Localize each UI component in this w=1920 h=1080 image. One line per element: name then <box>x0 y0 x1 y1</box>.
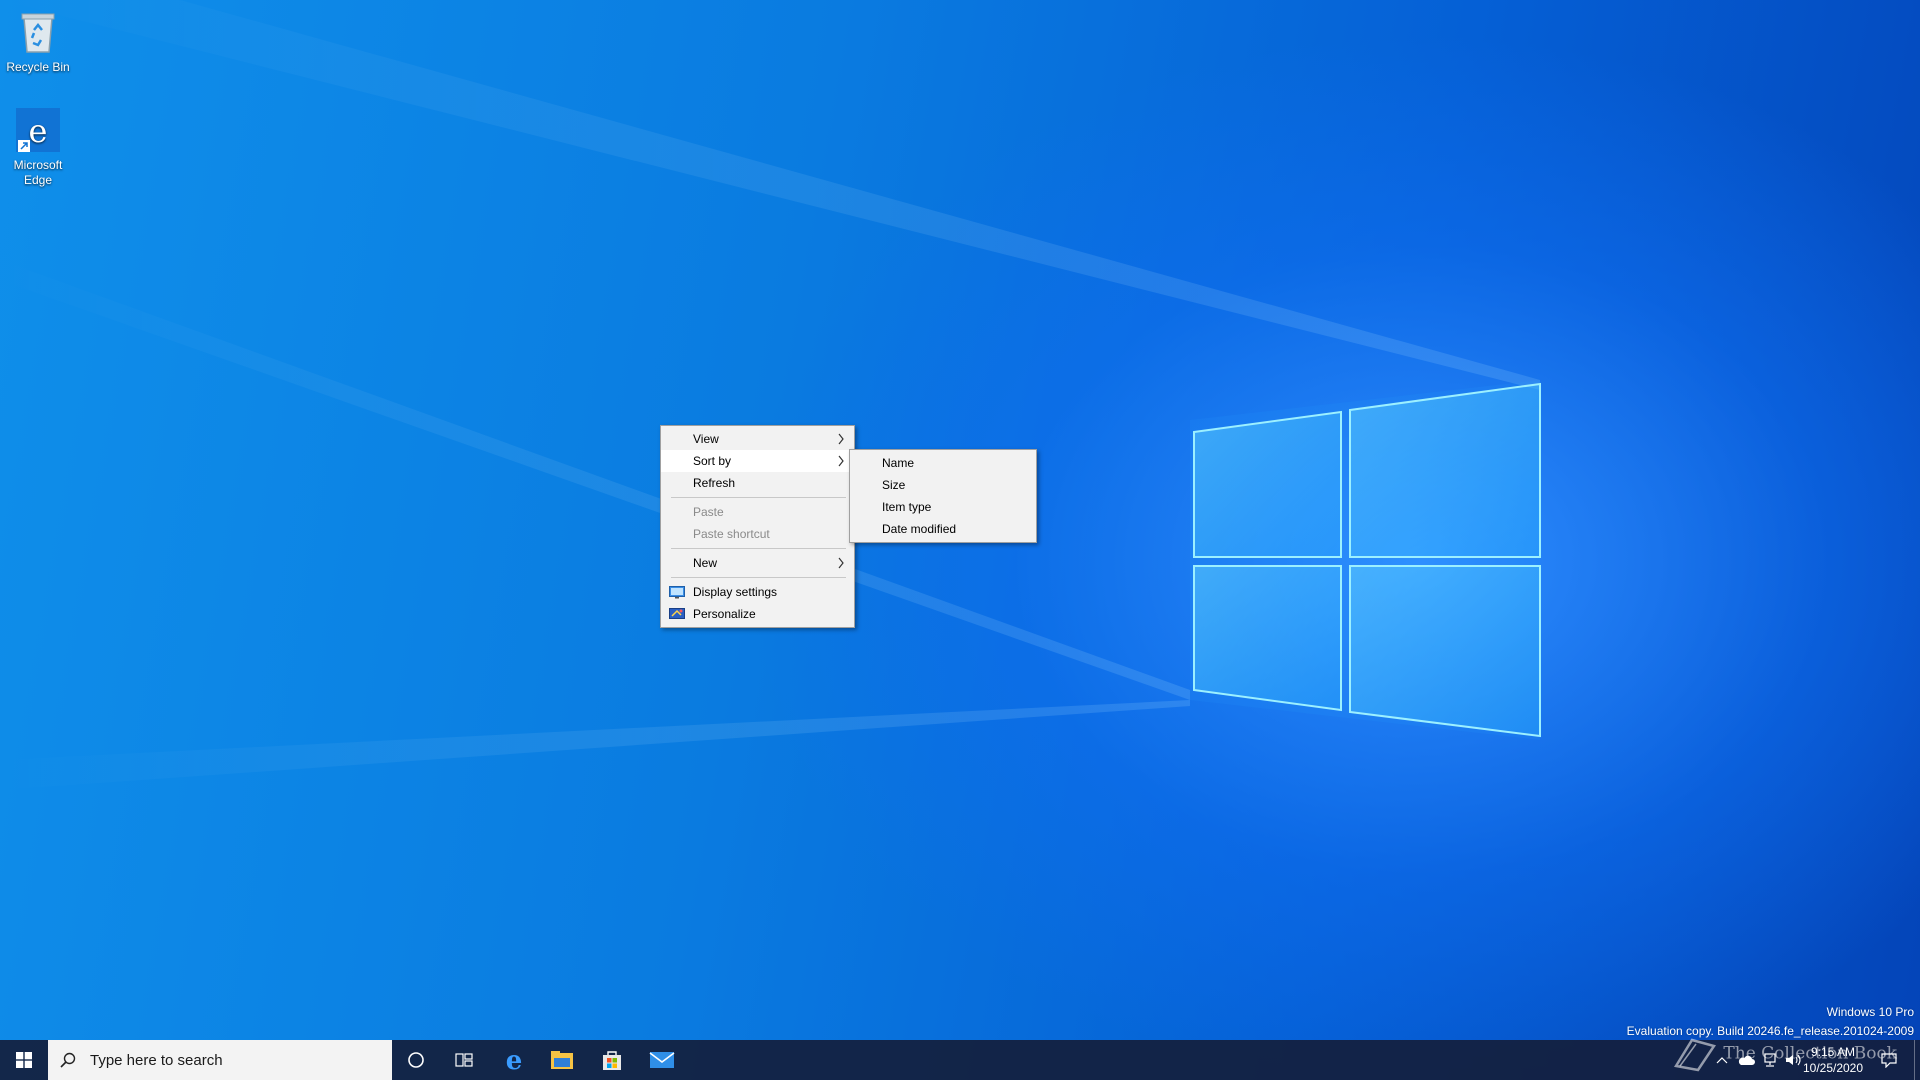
menu-item-label: Date modified <box>882 522 957 536</box>
taskbar-edge[interactable]: e <box>490 1040 538 1080</box>
task-view-icon <box>455 1053 473 1067</box>
menu-item-label: Display settings <box>693 585 778 599</box>
windows-logo-wallpaper <box>1193 382 1541 738</box>
display-settings-icon <box>669 586 685 599</box>
taskbar-file-explorer[interactable] <box>538 1040 586 1080</box>
menu-item-label: Size <box>882 478 906 492</box>
menu-item-label: Item type <box>882 500 932 514</box>
menu-item-label: View <box>693 432 719 446</box>
menu-separator <box>671 548 846 549</box>
menu-separator <box>671 577 846 578</box>
menu-item-display-settings[interactable]: Display settings <box>661 581 854 603</box>
chevron-right-icon <box>838 557 844 569</box>
sort-option-size[interactable]: Size <box>850 474 1036 496</box>
menu-item-refresh[interactable]: Refresh <box>661 472 854 494</box>
edge-label: Microsoft Edge <box>13 158 63 187</box>
cortana-icon <box>408 1052 424 1068</box>
menu-item-view[interactable]: View <box>661 428 854 450</box>
search-icon <box>60 1052 76 1068</box>
desktop-icon-recycle-bin[interactable]: Recycle Bin <box>0 8 76 75</box>
svg-text:e: e <box>29 112 48 150</box>
os-edition-watermark: Windows 10 Pro <box>1826 1005 1914 1019</box>
sort-by-submenu: Name Size Item type Date modified <box>849 449 1037 543</box>
start-button[interactable] <box>0 1040 48 1080</box>
menu-separator <box>671 497 846 498</box>
menu-item-label: Paste <box>693 505 724 519</box>
sort-option-name[interactable]: Name <box>850 452 1036 474</box>
menu-item-personalize[interactable]: Personalize <box>661 603 854 625</box>
chevron-right-icon <box>838 455 844 467</box>
menu-item-paste-shortcut: Paste shortcut <box>661 523 854 545</box>
edge-desktop-icon: e <box>14 106 62 154</box>
menu-item-label: Sort by <box>693 454 732 468</box>
personalize-icon <box>669 608 685 619</box>
search-placeholder: Type here to search <box>90 1051 223 1069</box>
taskbar-store[interactable] <box>588 1040 636 1080</box>
menu-item-paste: Paste <box>661 501 854 523</box>
cortana-button[interactable] <box>392 1040 440 1080</box>
sort-option-date-modified[interactable]: Date modified <box>850 518 1036 540</box>
taskbar: Type here to search e 9:15 AM 10/25/2020 <box>0 1040 1920 1080</box>
start-icon <box>16 1052 32 1068</box>
show-desktop-button[interactable] <box>1914 1040 1920 1080</box>
svg-text:e: e <box>506 1048 523 1072</box>
menu-item-label: Paste shortcut <box>693 527 770 541</box>
recycle-bin-icon <box>14 8 62 56</box>
menu-item-label: Name <box>882 456 915 470</box>
store-icon <box>603 1051 621 1070</box>
search-box[interactable]: Type here to search <box>48 1040 392 1080</box>
file-explorer-icon <box>551 1051 573 1069</box>
desktop-context-menu: View Sort by Refresh Paste Paste shortcu… <box>660 425 855 628</box>
edge-icon: e <box>506 1048 523 1072</box>
book-logo-icon <box>1673 1038 1717 1072</box>
menu-item-label: New <box>693 556 718 570</box>
menu-item-sort-by[interactable]: Sort by <box>661 450 854 472</box>
task-view-button[interactable] <box>440 1040 488 1080</box>
taskbar-mail[interactable] <box>638 1040 686 1080</box>
sort-option-item-type[interactable]: Item type <box>850 496 1036 518</box>
desktop-icon-edge[interactable]: e Microsoft Edge <box>0 106 76 188</box>
menu-item-new[interactable]: New <box>661 552 854 574</box>
chevron-right-icon <box>838 433 844 445</box>
mail-icon <box>649 1052 675 1068</box>
menu-item-label: Personalize <box>693 607 756 621</box>
brand-overlay: The Collection Book <box>1670 1036 1897 1072</box>
brand-overlay-text: The Collection Book <box>1723 1043 1897 1064</box>
recycle-bin-label: Recycle Bin <box>6 60 70 74</box>
menu-item-label: Refresh <box>693 476 736 490</box>
